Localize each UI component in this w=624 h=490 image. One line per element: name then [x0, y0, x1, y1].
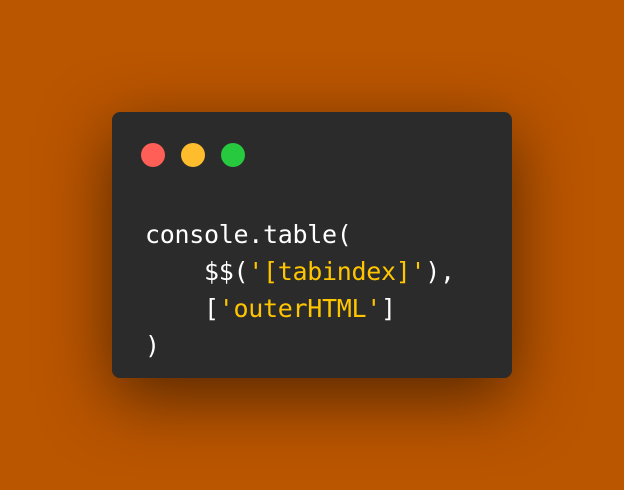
code-token: ), — [425, 257, 455, 286]
code-token: [ — [145, 294, 219, 323]
code-block: console.table( $$('[tabindex]'), ['outer… — [145, 216, 455, 364]
minimize-icon[interactable] — [181, 143, 205, 167]
code-token: ) — [145, 331, 160, 360]
code-token: $$( — [145, 257, 249, 286]
code-token: console.table( — [145, 220, 352, 249]
code-token: ] — [381, 294, 396, 323]
code-line: ) — [145, 327, 455, 364]
code-string-token: 'outerHTML' — [218, 294, 382, 323]
code-line: console.table( — [145, 216, 455, 253]
maximize-icon[interactable] — [221, 143, 245, 167]
code-window: console.table( $$('[tabindex]'), ['outer… — [112, 112, 512, 378]
code-line: ['outerHTML'] — [145, 290, 455, 327]
window-controls — [141, 143, 245, 167]
close-icon[interactable] — [141, 143, 165, 167]
code-line: $$('[tabindex]'), — [145, 253, 455, 290]
code-string-token: '[tabindex]' — [248, 257, 426, 286]
